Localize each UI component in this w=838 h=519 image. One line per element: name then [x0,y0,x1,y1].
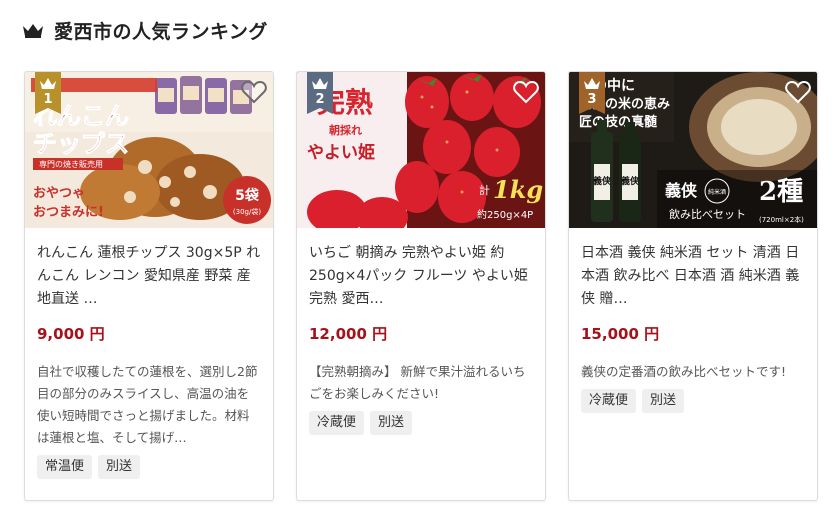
product-image[interactable]: 完熟 朝採れ やよい姫 計 1kg 約250g×4P 2 [297,72,545,228]
bottle-label-2: 義侠 [621,175,640,187]
rank-badge: 1 [35,72,61,114]
rank-number: 1 [43,92,53,107]
favorite-heart-icon[interactable] [513,80,539,104]
shipping-tag: 別送 [642,389,685,413]
image-brand: 義侠 [665,181,698,200]
shipping-tag: 別送 [98,455,141,479]
rank-number: 2 [315,92,325,107]
ranking-header: 愛西市の人気ランキング [22,14,268,46]
bottle-label-1: 義侠 [593,175,612,187]
rank-badge: 2 [307,72,333,114]
image-spec: (720ml×2本) [759,215,804,224]
product-card[interactable]: 完熟 朝採れ やよい姫 計 1kg 約250g×4P 2 いちご 朝摘み 完熟や… [296,71,546,501]
rank-badge: 3 [579,72,605,114]
shipping-tag: 冷蔵便 [309,411,365,435]
product-image[interactable]: 酒の中に 尾張の米の恵み 匠の技の真髄 義侠 義侠 義侠 純米酒 2種 飲み比べ… [569,72,817,228]
product-name[interactable]: いちご 朝摘み 完熟やよい姫 約250g×4パック フルーツ やよい姫 完熟 愛… [309,242,533,311]
lotus-chips-photo: れんこん チップス 専門の焼き販売用 おやつゃ おつまみに! 5袋 (30g/袋… [25,72,273,228]
image-subtitle: 飲み比べセット [669,207,746,221]
image-title: 2種 [759,177,803,207]
product-image[interactable]: れんこん チップス 専門の焼き販売用 おやつゃ おつまみに! 5袋 (30g/袋… [25,72,273,228]
image-note-2: おつまみに! [33,205,104,220]
shipping-tags: 冷蔵便 別送 [309,411,533,435]
image-qty-label: 計 [479,183,490,197]
image-qty: 1kg [493,175,543,204]
image-pack-count: 5袋 [235,187,260,204]
shipping-tag: 別送 [370,411,413,435]
shipping-tag: 常温便 [37,455,93,479]
favorite-heart-icon[interactable] [241,80,267,104]
image-pack-size: (30g/袋) [233,207,261,216]
shipping-tag: 冷蔵便 [581,389,637,413]
product-price: 12,000 円 [309,325,388,343]
product-name[interactable]: れんこん 蓮根チップス 30g×5P れんこん レンコン 愛知県産 野菜 産地直… [37,242,261,311]
product-description: 【完熟朝摘み】 新鮮で果汁溢れるいちごをお楽しみください! [309,364,526,401]
image-headline-2: 朝採れ [329,123,362,137]
image-seal: 純米酒 [708,188,726,196]
product-description: 義侠の定番酒の飲み比べセットです! [581,364,787,379]
product-card[interactable]: れんこん チップス 専門の焼き販売用 おやつゃ おつまみに! 5袋 (30g/袋… [24,71,274,501]
product-price: 15,000 円 [581,325,660,343]
ranking-list: れんこん チップス 専門の焼き販売用 おやつゃ おつまみに! 5袋 (30g/袋… [24,71,818,501]
product-card[interactable]: 酒の中に 尾張の米の恵み 匠の技の真髄 義侠 義侠 義侠 純米酒 2種 飲み比べ… [568,71,818,501]
crown-icon [23,24,43,38]
section-title: 愛西市の人気ランキング [54,20,268,43]
product-name[interactable]: 日本酒 義侠 純米酒 セット 清酒 日本酒 飲み比べ 日本酒 酒 純米酒 義侠 … [581,242,805,311]
image-headline-3: 匠の技の真髄 [579,114,657,130]
image-headline-3: やよい姫 [307,142,375,163]
strawberry-photo: 完熟 朝採れ やよい姫 計 1kg 約250g×4P [297,72,545,228]
product-price: 9,000 円 [37,325,105,343]
favorite-heart-icon[interactable] [785,80,811,104]
shipping-tags: 冷蔵便 別送 [581,389,805,413]
rank-number: 3 [587,92,597,107]
image-subcaption: 専門の焼き販売用 [39,159,103,169]
sake-photo: 酒の中に 尾張の米の恵み 匠の技の真髄 義侠 義侠 義侠 純米酒 2種 飲み比べ… [569,72,817,228]
shipping-tags: 常温便 別送 [37,455,261,479]
image-qty-sub: 約250g×4P [477,208,533,221]
product-description: 自社で収穫したての蓮根を、選別し2節目の部分のみスライスし、高温の油を使い短時間… [37,364,258,445]
image-headline-2: チップス [33,130,129,158]
image-note-1: おやつゃ [33,186,85,201]
